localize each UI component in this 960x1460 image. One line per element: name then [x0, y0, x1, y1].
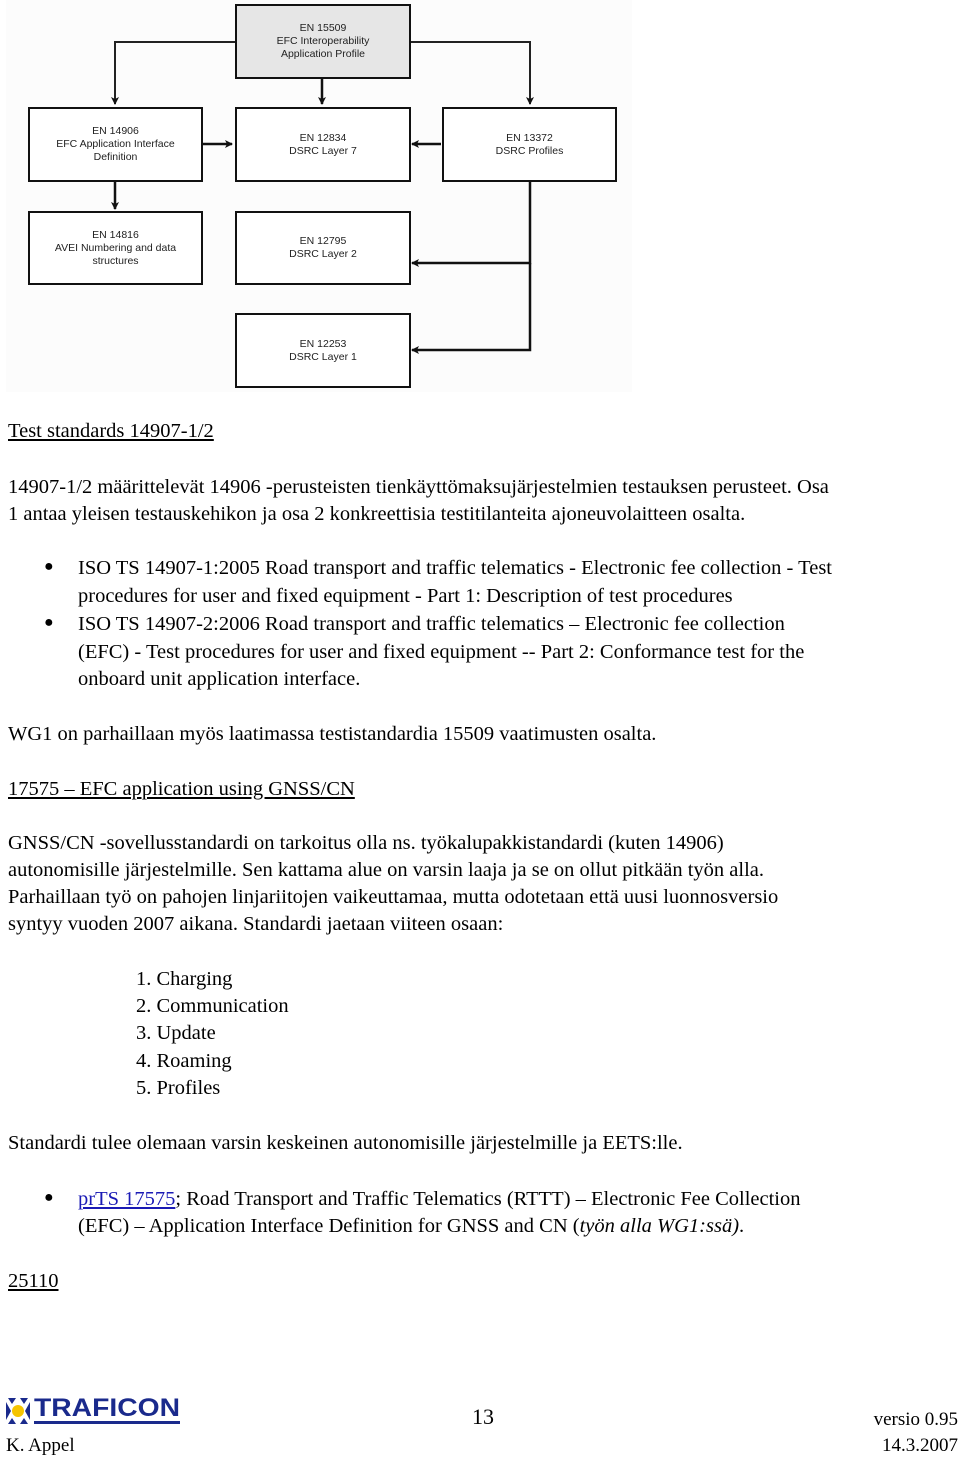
summary-text: Standardi tulee olemaan varsin keskeinen…	[8, 1132, 683, 1154]
bullet-italic-note: työn alla WG1:ssä)	[579, 1215, 740, 1237]
box-line: Application Profile	[280, 48, 366, 60]
standards-diagram: EN 15509 EFC Interoperability Applicatio…	[6, 0, 632, 392]
box-code: EN 14816	[92, 228, 139, 241]
box-en15509: EN 15509 EFC Interoperability Applicatio…	[235, 4, 411, 79]
paragraph-line: Parhaillaan työ on pahojen linjariitojen…	[8, 886, 779, 908]
box-line: DSRC Layer 1	[289, 350, 357, 363]
date-label: 14.3.2007	[882, 1435, 958, 1456]
connector-13372-12253	[411, 263, 532, 354]
part-item: 5. Profiles	[136, 1077, 221, 1099]
bullet-line: (EFC) - Test procedures for user and fix…	[78, 641, 805, 663]
connector-15509-14906	[111, 41, 235, 105]
box-code: EN 12253	[299, 337, 347, 350]
box-line: DSRC Layer 2	[289, 248, 357, 260]
author-label: K. Appel	[6, 1435, 75, 1456]
box-line: DSRC Profiles	[495, 144, 564, 157]
paragraph-line: 14907-1/2 määrittelevät 14906 -perusteis…	[8, 476, 829, 498]
box-code: EN 12795	[299, 235, 347, 247]
connector-13372-12795	[411, 181, 532, 267]
box-code: EN 13372	[506, 131, 553, 144]
bullet-icon: ●	[44, 558, 54, 575]
bullet-line: ISO TS 14907-2:2006 Road transport and t…	[78, 613, 785, 635]
traficon-logo-icon	[6, 1398, 30, 1424]
paragraph-line: 1 antaa yleisen testauskehikon ja osa 2 …	[8, 503, 746, 525]
box-code: EN 15509	[299, 22, 347, 34]
box-line: DSRC Layer 7	[289, 144, 357, 157]
traficon-logo: TRAFICON	[6, 1394, 180, 1424]
part-item: 2. Communication	[136, 995, 289, 1017]
version-label: versio 0.95	[873, 1409, 958, 1430]
box-en13372: EN 13372 DSRC Profiles	[442, 107, 617, 182]
section-heading-17575: 17575 – EFC application using GNSS/CN	[8, 778, 355, 800]
connector-15509-13372	[410, 41, 534, 105]
section-heading-test-standards: Test standards 14907-1/2	[8, 420, 214, 442]
box-line: EFC Interoperability	[276, 35, 370, 47]
box-en14816: EN 14816 AVEI Numbering and data structu…	[28, 211, 203, 285]
bullet-icon: ●	[44, 1189, 54, 1206]
bullet-line: prTS 17575; Road Transport and Traffic T…	[78, 1186, 801, 1214]
box-en12834: EN 12834 DSRC Layer 7	[235, 107, 411, 182]
box-en12253: EN 12253 DSRC Layer 1	[235, 313, 411, 388]
bullet-text: (EFC) – Application Interface Definition…	[78, 1215, 580, 1237]
part-item: 1. Charging	[136, 968, 233, 990]
box-line: EFC Application Interface	[56, 138, 175, 150]
part-item: 4. Roaming	[136, 1050, 232, 1072]
box-code: EN 14906	[92, 125, 139, 137]
bullet-line: onboard unit application interface.	[78, 668, 361, 690]
prts-17575-link[interactable]: prTS 17575	[78, 1188, 175, 1210]
paragraph-line: autonomisille järjestelmille. Sen kattam…	[8, 859, 765, 881]
paragraph-line: syntyy vuoden 2007 aikana. Standardi jae…	[8, 913, 504, 935]
box-line: Definition	[93, 151, 138, 163]
wg1-note: WG1 on parhaillaan myös laatimassa testi…	[8, 723, 657, 745]
box-code: EN 12834	[299, 131, 347, 144]
bullet-text-end: .	[739, 1215, 745, 1237]
paragraph-line: GNSS/CN -sovellusstandardi on tarkoitus …	[8, 832, 724, 854]
box-en12795: EN 12795 DSRC Layer 2	[235, 211, 411, 285]
bullet-text: ; Road Transport and Traffic Telematics …	[175, 1188, 801, 1210]
part-item: 3. Update	[136, 1022, 216, 1044]
bullet-line: ISO TS 14907-1:2005 Road transport and t…	[78, 557, 833, 579]
box-line: AVEI Numbering and data	[54, 241, 177, 254]
bullet-line: procedures for user and fixed equipment …	[78, 585, 733, 607]
bullet-line: (EFC) – Application Interface Definition…	[78, 1213, 744, 1241]
box-en14906: EN 14906 EFC Application Interface Defin…	[28, 107, 203, 182]
traficon-logo-text: TRAFICON	[34, 1394, 180, 1422]
box-line: structures	[92, 254, 139, 267]
page-number: 13	[472, 1404, 494, 1429]
section-heading-25110: 25110	[8, 1270, 59, 1292]
bullet-icon: ●	[44, 614, 54, 631]
